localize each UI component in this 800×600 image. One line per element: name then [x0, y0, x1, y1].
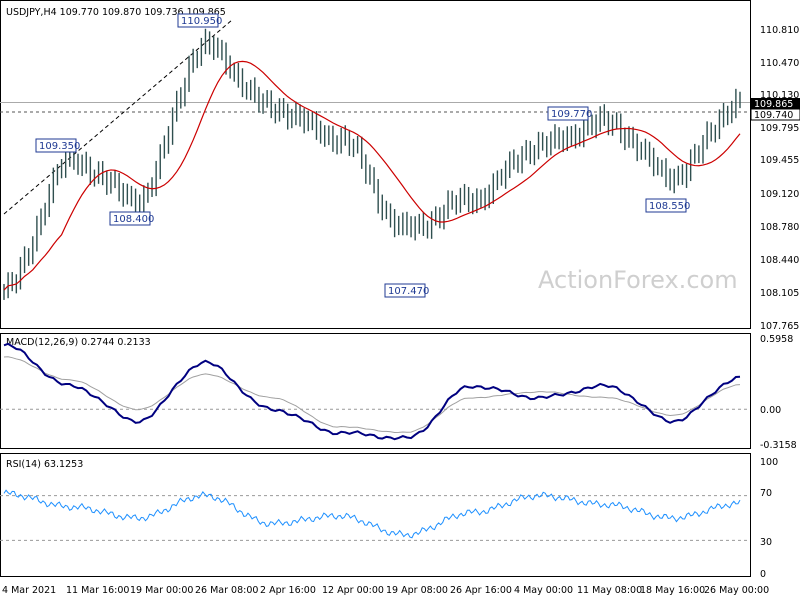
price-tick: 110.810	[760, 25, 799, 36]
rsi-tick: 0	[760, 569, 766, 580]
price-series-layer	[3, 28, 741, 300]
price-tick: 109.795	[760, 123, 799, 134]
price-annotation-label: 110.950	[181, 16, 222, 27]
macd-tick: 0.00	[760, 405, 781, 416]
rsi-tick: 30	[760, 537, 772, 548]
price-tick: 107.765	[760, 321, 799, 332]
macd-tick: -0.3158	[760, 440, 797, 451]
annotation-layer: 110.950 109.350 108.400 107.470 109.770 108.5…	[35, 13, 690, 298]
time-tick: 4 May 00:00	[514, 585, 573, 596]
macd-main-line	[3, 342, 741, 441]
time-tick: 19 Apr 08:00	[386, 585, 448, 596]
rsi-title: RSI(14) 63.1253	[6, 459, 83, 470]
time-tick: 12 Apr 00:00	[322, 585, 384, 596]
time-tick: 18 May 16:00	[640, 585, 705, 596]
macd-panel-frame	[0, 333, 751, 449]
time-tick: 19 Mar 00:00	[130, 585, 193, 596]
rsi-tick: 100	[760, 457, 778, 468]
macd-title: MACD(12,26,9) 0.2744 0.2133	[6, 337, 151, 348]
price-tick: 110.470	[760, 58, 799, 69]
time-tick: 4 Mar 2021	[2, 585, 56, 596]
price-annotation-label: 108.400	[113, 214, 154, 225]
price-annotation-label: 108.550	[649, 201, 690, 212]
rsi-series-layer	[3, 489, 741, 539]
price-tick: 108.780	[760, 222, 799, 233]
macd-tick: 0.5958	[760, 334, 793, 345]
trend-line	[3, 19, 233, 215]
time-tick: 2 Apr 16:00	[260, 585, 316, 596]
price-annotation-label: 109.350	[39, 141, 80, 152]
time-tick: 11 May 08:00	[577, 585, 642, 596]
time-tick: 26 Apr 16:00	[450, 585, 512, 596]
time-tick: 26 May 00:00	[704, 585, 769, 596]
rsi-tick: 70	[760, 488, 772, 499]
price-annotation-label: 107.470	[388, 286, 429, 297]
macd-series-layer	[3, 342, 741, 441]
price-tick: 108.105	[760, 288, 799, 299]
price-axis: 110.810 110.470 110.130 109.795 109.455 …	[760, 25, 799, 332]
watermark: ActionForex.com	[538, 266, 738, 294]
current-price-label: 109.865	[754, 99, 793, 110]
price-tick: 109.455	[760, 155, 799, 166]
price-tick: 109.120	[760, 189, 799, 200]
time-axis: 4 Mar 2021 11 Mar 16:00 19 Mar 00:00 26 …	[2, 585, 769, 596]
forex-chart: ActionForex.com USDJPY,H4 109.770 109.87…	[0, 0, 800, 596]
reference-price-label: 109.740	[754, 110, 793, 121]
price-tick: 108.440	[760, 255, 799, 266]
time-tick: 11 Mar 16:00	[66, 585, 129, 596]
price-annotation-label: 109.770	[551, 109, 592, 120]
rsi-panel-frame	[0, 453, 751, 577]
rsi-line	[3, 489, 741, 539]
time-tick: 26 Mar 08:00	[195, 585, 258, 596]
